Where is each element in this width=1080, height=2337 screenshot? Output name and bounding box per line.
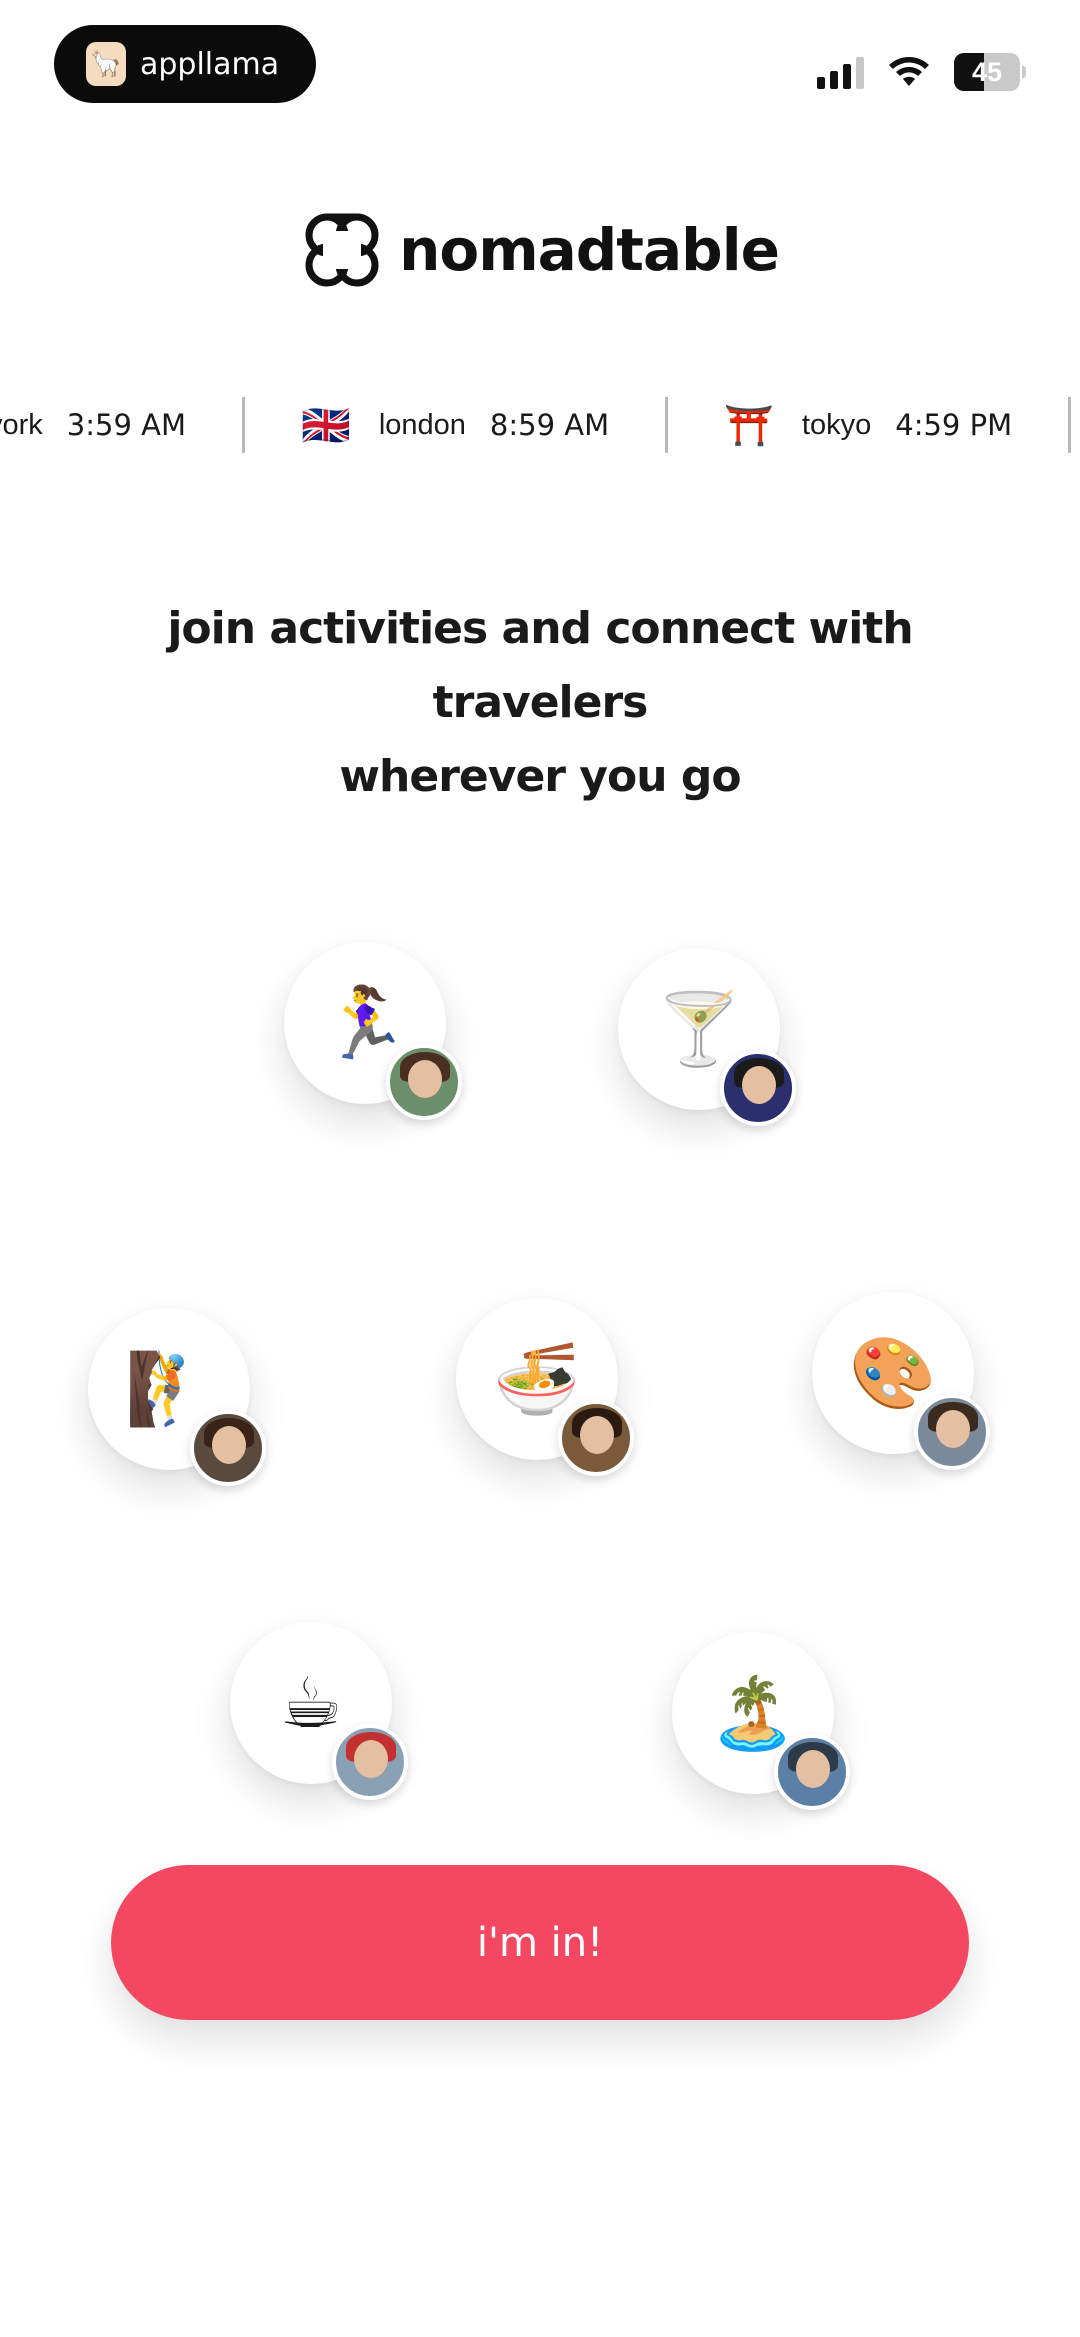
- avatar: [720, 1050, 796, 1126]
- headline-line-1: join activities and connect with travele…: [167, 603, 913, 728]
- clock-time: 3:59 AM: [66, 408, 186, 442]
- clock-city: london: [378, 408, 466, 441]
- running-emoji-icon: 🏃‍♀️: [321, 981, 409, 1064]
- avatar: [190, 1410, 266, 1486]
- cocktail-emoji-icon: 🍸: [655, 987, 743, 1070]
- beach-umbrella-emoji-icon: 🏝️: [709, 1671, 797, 1754]
- appllama-pill[interactable]: 🦙 appllama: [54, 25, 316, 103]
- clock-tokyo: ⛩️ tokyo 4:59 PM: [724, 395, 1012, 455]
- llama-icon: 🦙: [86, 42, 126, 86]
- headline: join activities and connect with travele…: [60, 592, 1020, 814]
- clock-time: 4:59 PM: [895, 408, 1013, 442]
- palette-emoji-icon: 🎨: [849, 1331, 937, 1414]
- clock-divider: [1068, 397, 1072, 453]
- uk-flag-icon: 🇬🇧: [301, 403, 351, 448]
- cellular-signal-icon: [817, 55, 864, 89]
- four-loop-flower-icon: [305, 213, 379, 287]
- climbing-emoji-icon: 🧗: [125, 1347, 213, 1430]
- torii-gate-icon: ⛩️: [724, 403, 774, 448]
- clock-city: tokyo: [801, 408, 872, 441]
- noodle-bowl-emoji-icon: 🍜: [493, 1337, 581, 1420]
- avatar: [332, 1724, 408, 1800]
- avatar: [558, 1400, 634, 1476]
- avatar: [774, 1734, 850, 1810]
- battery-icon: 45: [954, 53, 1026, 91]
- status-indicators: 45: [817, 50, 1026, 94]
- brand-name: nomadtable: [399, 216, 780, 284]
- wifi-icon: [889, 57, 929, 86]
- avatar: [914, 1394, 990, 1470]
- brand-header: nomadtable: [0, 205, 1080, 295]
- clock-divider: [665, 397, 669, 453]
- battery-level: 45: [971, 57, 1003, 87]
- clock-new-york: york 3:59 AM: [0, 395, 186, 455]
- avatar: [386, 1044, 462, 1120]
- im-in-button[interactable]: i'm in!: [111, 1865, 969, 2020]
- clock-london: 🇬🇧 london 8:59 AM: [301, 395, 609, 455]
- headline-line-2: wherever you go: [339, 751, 741, 802]
- clock-city: york: [0, 408, 43, 441]
- clock-divider: [242, 397, 245, 453]
- clock-time: 8:59 AM: [489, 408, 610, 442]
- coffee-emoji-icon: ☕: [279, 1662, 343, 1744]
- world-clock-ticker: york 3:59 AM 🇬🇧 london 8:59 AM ⛩️ tokyo …: [0, 395, 1080, 455]
- appllama-label: appllama: [140, 46, 280, 82]
